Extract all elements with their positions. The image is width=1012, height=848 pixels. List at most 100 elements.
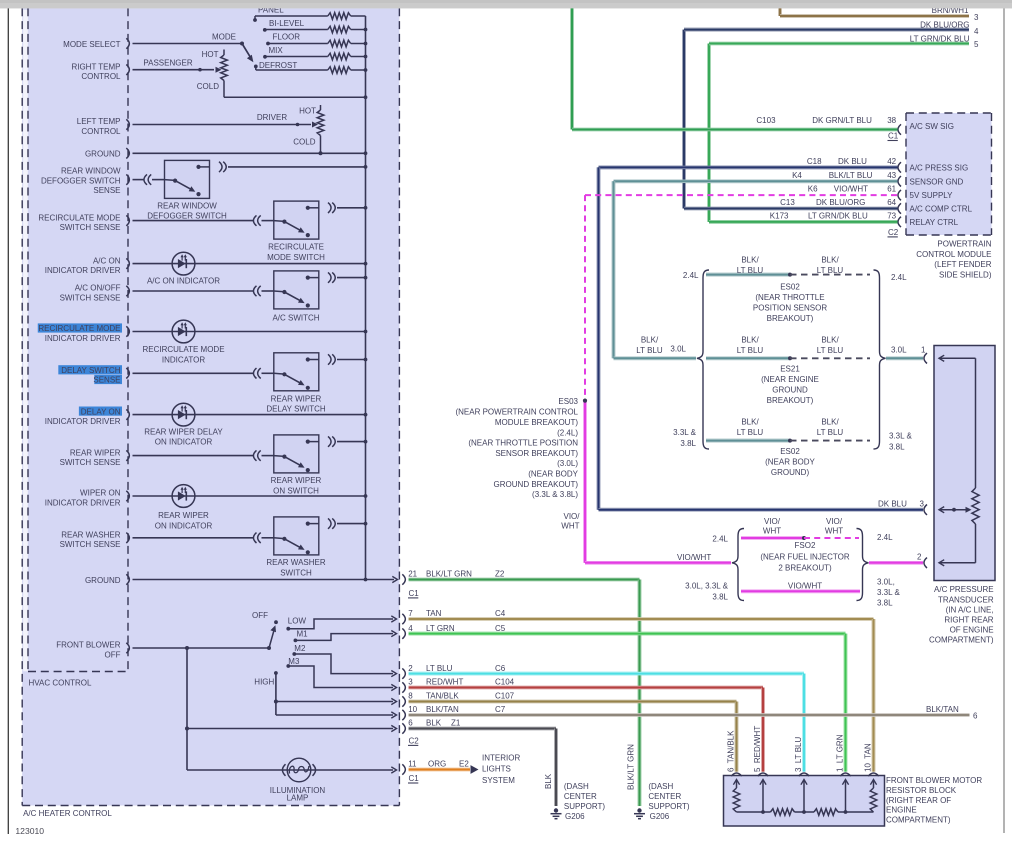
svg-text:LT BLU: LT BLU [817, 428, 844, 437]
svg-text:DEFOGGER SWITCH: DEFOGGER SWITCH [41, 177, 121, 186]
svg-text:BLK/LT GRN: BLK/LT GRN [627, 744, 636, 790]
svg-text:3.0L: 3.0L [670, 345, 686, 354]
svg-text:DK BLU/ORG: DK BLU/ORG [920, 20, 969, 29]
svg-text:(NEAR THROTTLE: (NEAR THROTTLE [755, 293, 824, 302]
svg-text:10 TAN: 10 TAN [864, 743, 873, 772]
svg-text:LT BLU: LT BLU [737, 428, 764, 437]
svg-text:38: 38 [887, 116, 896, 125]
svg-text:FRONT BLOWER: FRONT BLOWER [56, 641, 121, 650]
svg-text:LT BLU: LT BLU [426, 664, 453, 673]
svg-text:TAN/BLK: TAN/BLK [426, 692, 459, 701]
svg-text:BLK: BLK [544, 773, 553, 789]
svg-text:3: 3 [974, 13, 979, 22]
svg-text:RED/WHT: RED/WHT [426, 678, 463, 687]
svg-text:CENTER: CENTER [648, 792, 681, 801]
svg-text:3.8L: 3.8L [889, 442, 905, 451]
svg-text:HIGH: HIGH [254, 678, 274, 687]
svg-text:3.8L: 3.8L [680, 439, 696, 448]
svg-text:(NEAR BODY: (NEAR BODY [528, 470, 578, 479]
svg-text:K173: K173 [770, 212, 789, 221]
svg-text:Z1: Z1 [451, 719, 461, 728]
svg-text:COLD: COLD [197, 82, 219, 91]
svg-text:LEFT TEMP: LEFT TEMP [77, 117, 121, 126]
svg-text:C6: C6 [495, 664, 506, 673]
svg-text:C103: C103 [756, 116, 776, 125]
svg-text:POWERTRAIN: POWERTRAIN [937, 240, 991, 249]
svg-text:MODE SELECT: MODE SELECT [63, 40, 120, 49]
svg-text:DELAY SWITCH: DELAY SWITCH [266, 405, 325, 414]
svg-text:MIX: MIX [269, 46, 284, 55]
svg-text:21: 21 [408, 570, 417, 579]
svg-text:(3.3L & 3.8L): (3.3L & 3.8L) [532, 490, 578, 499]
svg-text:SUPPORT): SUPPORT) [648, 802, 690, 811]
svg-text:MODE: MODE [212, 33, 236, 42]
svg-text:TAN: TAN [426, 609, 442, 618]
svg-text:(NEAR ENGINE: (NEAR ENGINE [761, 375, 819, 384]
svg-text:(NEAR FUEL INJECTOR: (NEAR FUEL INJECTOR [760, 552, 850, 561]
svg-text:BREAKOUT): BREAKOUT) [767, 396, 814, 405]
svg-text:5 RED/WHT: 5 RED/WHT [753, 726, 762, 772]
svg-text:G206: G206 [565, 812, 585, 821]
svg-text:3.8L: 3.8L [877, 599, 893, 608]
svg-text:(NEAR BODY: (NEAR BODY [765, 458, 815, 467]
svg-text:61: 61 [887, 185, 896, 194]
svg-text:MODULE BREAKOUT): MODULE BREAKOUT) [495, 418, 578, 427]
svg-text:INDICATOR DRIVER: INDICATOR DRIVER [45, 334, 121, 343]
svg-text:LT GRN/DK BLU: LT GRN/DK BLU [808, 212, 868, 221]
svg-text:INTERIOR: INTERIOR [482, 753, 520, 762]
svg-text:SENSE: SENSE [93, 186, 120, 195]
svg-text:K4: K4 [792, 171, 802, 180]
svg-text:4: 4 [974, 27, 979, 36]
svg-text:C2: C2 [409, 736, 420, 745]
svg-text:SIDE SHIELD): SIDE SHIELD) [939, 271, 992, 280]
svg-text:INDICATOR: INDICATOR [162, 355, 205, 364]
svg-text:OFF: OFF [105, 650, 121, 659]
svg-text:BLK/TAN: BLK/TAN [426, 705, 459, 714]
svg-text:ON INDICATOR: ON INDICATOR [155, 521, 213, 530]
svg-text:A/C PRESSURE: A/C PRESSURE [934, 585, 994, 594]
svg-text:A/C ON/OFF: A/C ON/OFF [75, 284, 121, 293]
svg-text:A/C SW SIG: A/C SW SIG [910, 122, 954, 131]
svg-text:7: 7 [408, 609, 413, 618]
svg-text:LIGHTS: LIGHTS [482, 765, 511, 774]
svg-text:C1: C1 [888, 132, 899, 141]
svg-text:TRANSDUCER: TRANSDUCER [938, 595, 994, 604]
svg-text:DK GRN/LT BLU: DK GRN/LT BLU [812, 116, 872, 125]
svg-text:ES02: ES02 [780, 447, 800, 456]
svg-text:BI-LEVEL: BI-LEVEL [269, 19, 305, 28]
svg-text:COMPARTMENT): COMPARTMENT) [929, 636, 994, 645]
svg-text:GROUND BREAKOUT): GROUND BREAKOUT) [494, 480, 579, 489]
svg-text:DELAY ON: DELAY ON [81, 407, 121, 416]
svg-text:3.3L &: 3.3L & [889, 431, 912, 440]
svg-text:GROUND: GROUND [85, 150, 121, 159]
svg-text:RECIRCULATE MODE: RECIRCULATE MODE [142, 345, 224, 354]
svg-text:LT BLU: LT BLU [817, 346, 844, 355]
svg-text:SYSTEM: SYSTEM [482, 776, 515, 785]
svg-text:LT GRN: LT GRN [426, 624, 455, 633]
svg-text:CONTROL MODULE: CONTROL MODULE [916, 250, 991, 259]
svg-text:SWITCH: SWITCH [280, 568, 312, 577]
svg-text:ENGINE: ENGINE [886, 806, 917, 815]
svg-text:3.3L &: 3.3L & [877, 588, 900, 597]
svg-text:ES21: ES21 [780, 365, 800, 374]
svg-text:HOT: HOT [202, 50, 219, 59]
svg-text:RECIRCULATE MODE: RECIRCULATE MODE [38, 213, 120, 222]
svg-text:(LEFT FENDER: (LEFT FENDER [934, 260, 991, 269]
svg-text:(3.0L): (3.0L) [557, 459, 578, 468]
svg-text:42: 42 [887, 157, 896, 166]
svg-text:REAR WIPER DELAY: REAR WIPER DELAY [144, 427, 223, 436]
svg-text:BLK/: BLK/ [821, 418, 839, 427]
svg-text:INDICATOR DRIVER: INDICATOR DRIVER [45, 498, 121, 507]
svg-text:6 TAN/BLK: 6 TAN/BLK [727, 730, 736, 772]
svg-text:3.0L, 3.3L &: 3.0L, 3.3L & [685, 581, 729, 590]
svg-text:3: 3 [408, 678, 413, 687]
svg-text:HOT: HOT [299, 107, 316, 116]
svg-text:DK BLU: DK BLU [878, 499, 907, 508]
svg-text:COMPARTMENT): COMPARTMENT) [886, 815, 951, 824]
svg-text:REAR WINDOW: REAR WINDOW [61, 167, 121, 176]
svg-text:OF ENGINE: OF ENGINE [950, 626, 994, 635]
svg-text:HVAC CONTROL: HVAC CONTROL [29, 679, 93, 688]
svg-text:LT BLU: LT BLU [737, 266, 764, 275]
svg-text:DK BLU/ORG: DK BLU/ORG [816, 198, 865, 207]
svg-text:REAR WIPER: REAR WIPER [70, 448, 121, 457]
